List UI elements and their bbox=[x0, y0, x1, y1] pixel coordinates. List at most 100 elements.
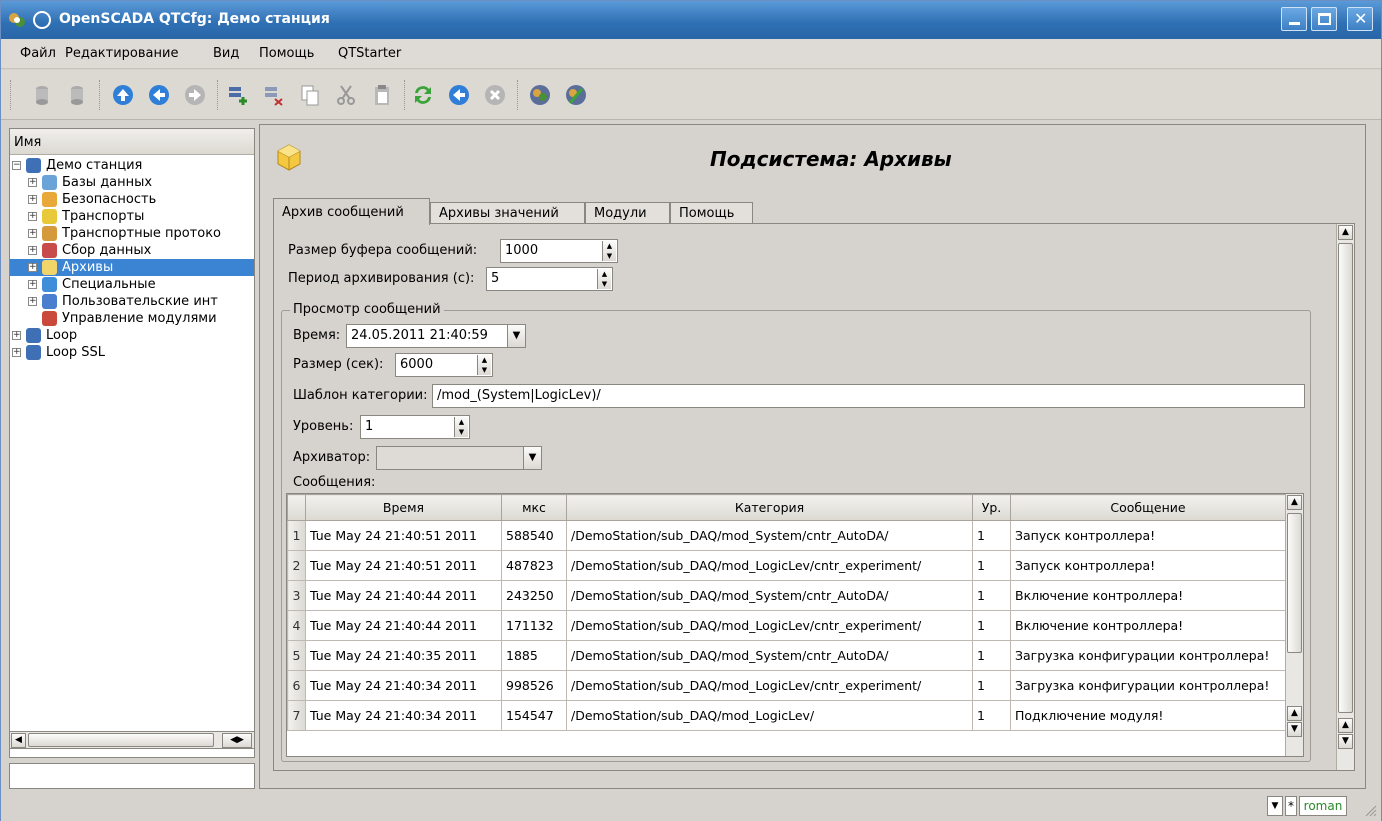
table-cell[interactable]: 1885 bbox=[501, 640, 567, 671]
table-cell[interactable]: 998526 bbox=[501, 670, 567, 701]
tree-node[interactable]: + Пользовательские инт bbox=[10, 293, 254, 310]
table-row[interactable]: 1 Tue May 24 21:40:51 2011 588540/DemoStat… bbox=[287, 520, 1286, 551]
archiver-combobox[interactable]: ▼ bbox=[376, 446, 542, 470]
table-cell[interactable]: /DemoStation/sub_DAQ/mod_LogicLev/cntr_e… bbox=[566, 670, 973, 701]
table-row[interactable]: 2 Tue May 24 21:40:51 2011 487823/DemoStat… bbox=[287, 550, 1286, 581]
table-cell[interactable]: Запуск контроллера! bbox=[1010, 520, 1286, 551]
user-icon[interactable] bbox=[564, 83, 588, 107]
table-cell[interactable]: Tue May 24 21:40:34 2011 bbox=[305, 700, 502, 731]
maximize-button[interactable] bbox=[1311, 7, 1337, 31]
tree-node[interactable]: + Специальные bbox=[10, 276, 254, 293]
table-cell[interactable]: 1 bbox=[972, 520, 1011, 551]
spin-arrows-icon[interactable]: ▲ ▼ bbox=[597, 269, 611, 289]
cut-icon[interactable] bbox=[334, 83, 358, 107]
column-header-level[interactable]: Ур. bbox=[972, 494, 1011, 521]
up-icon[interactable] bbox=[111, 83, 135, 107]
copy-icon[interactable] bbox=[298, 83, 322, 107]
page-scroll-handle[interactable] bbox=[1338, 243, 1353, 713]
delete-item-icon[interactable] bbox=[261, 83, 285, 107]
table-cell[interactable]: 1 bbox=[972, 550, 1011, 581]
table-cell[interactable]: 1 bbox=[972, 580, 1011, 611]
table-cell[interactable]: Включение контроллера! bbox=[1010, 580, 1286, 611]
table-cell[interactable]: Tue May 24 21:40:51 2011 bbox=[305, 550, 502, 581]
table-cell[interactable]: 243250 bbox=[501, 580, 567, 611]
category-template-input[interactable]: /mod_(System|LogicLev)/ bbox=[432, 384, 1305, 408]
tree-header[interactable]: Имя bbox=[10, 129, 254, 155]
level-spinbox[interactable]: 1 ▲ ▼ bbox=[360, 415, 470, 439]
tree-node[interactable]: + Безопасность bbox=[10, 191, 254, 208]
scroll-down-icon[interactable]: ▼ bbox=[1338, 734, 1353, 749]
table-cell[interactable]: 171132 bbox=[501, 610, 567, 641]
tree-splitter[interactable] bbox=[254, 319, 258, 619]
collapse-icon[interactable]: − bbox=[12, 161, 21, 170]
scroll-up-icon[interactable]: ▲ bbox=[1338, 718, 1353, 733]
expand-icon[interactable]: + bbox=[28, 246, 37, 255]
tab-value-archives[interactable]: Архивы значений bbox=[430, 202, 585, 224]
table-cell[interactable]: 1 bbox=[972, 700, 1011, 731]
tree-node[interactable]: + Транспорты bbox=[10, 208, 254, 225]
db-load-icon[interactable] bbox=[30, 83, 54, 107]
start-icon[interactable] bbox=[447, 83, 471, 107]
tree-node[interactable]: + Базы данных bbox=[10, 174, 254, 191]
table-cell[interactable]: Tue May 24 21:40:51 2011 bbox=[305, 520, 502, 551]
tree-scroll-handle[interactable] bbox=[28, 733, 214, 747]
tree-node[interactable]: + Сбор данных bbox=[10, 242, 254, 259]
table-cell[interactable]: 588540 bbox=[501, 520, 567, 551]
chevron-down-icon[interactable]: ▼ bbox=[523, 447, 541, 469]
spin-arrows-icon[interactable]: ▲ ▼ bbox=[602, 241, 616, 261]
table-cell[interactable]: Запуск контроллера! bbox=[1010, 550, 1286, 581]
menu-qtstarter[interactable]: QTStarter bbox=[338, 46, 401, 61]
table-cell[interactable]: Включение контроллера! bbox=[1010, 610, 1286, 641]
table-cell[interactable]: 1 bbox=[972, 610, 1011, 641]
expand-icon[interactable]: + bbox=[28, 195, 37, 204]
expand-icon[interactable]: + bbox=[28, 212, 37, 221]
paste-icon[interactable] bbox=[370, 83, 394, 107]
scroll-up-icon[interactable]: ▲ bbox=[1338, 225, 1353, 240]
stop-icon[interactable] bbox=[483, 83, 507, 107]
scroll-up-icon[interactable]: ▲ bbox=[1287, 706, 1302, 721]
expand-icon[interactable]: + bbox=[12, 348, 21, 357]
tab-modules[interactable]: Модули bbox=[585, 202, 670, 224]
messages-table[interactable]: Время мкс Категория Ур. Сообщение 1 Tue M… bbox=[286, 493, 1304, 757]
table-cell[interactable]: 1 bbox=[972, 670, 1011, 701]
table-cell[interactable]: Tue May 24 21:40:44 2011 bbox=[305, 580, 502, 611]
chevron-down-icon[interactable]: ▼ bbox=[507, 325, 525, 347]
db-save-icon[interactable] bbox=[65, 83, 89, 107]
tree-node[interactable]: − Демо станция bbox=[10, 157, 254, 174]
page-vertical-scrollbar[interactable]: ▲ ▲ ▼ bbox=[1336, 224, 1354, 770]
menu-help[interactable]: Помощь bbox=[259, 46, 314, 61]
table-cell[interactable]: Загрузка конфигурации контроллера! bbox=[1010, 670, 1286, 701]
back-icon[interactable] bbox=[147, 83, 171, 107]
table-cell[interactable]: Загрузка конфигурации контроллера! bbox=[1010, 640, 1286, 671]
table-row[interactable]: 6 Tue May 24 21:40:34 2011 998526/DemoStat… bbox=[287, 670, 1286, 701]
menu-view[interactable]: Вид bbox=[213, 46, 239, 61]
tree-node[interactable]: + Архивы bbox=[10, 259, 254, 276]
expand-icon[interactable]: + bbox=[28, 263, 37, 272]
refresh-icon[interactable] bbox=[411, 83, 435, 107]
tree-horizontal-scrollbar[interactable]: ◀ ◀▶ bbox=[9, 731, 255, 749]
expand-icon[interactable]: + bbox=[28, 229, 37, 238]
column-header-message[interactable]: Сообщение bbox=[1010, 494, 1286, 521]
column-header-time[interactable]: Время bbox=[305, 494, 502, 521]
table-cell[interactable]: 487823 bbox=[501, 550, 567, 581]
time-combobox[interactable]: 24.05.2011 21:40:59 ▼ bbox=[346, 324, 526, 348]
scroll-up-icon[interactable]: ▲ bbox=[1287, 495, 1302, 510]
table-cell[interactable]: Tue May 24 21:40:34 2011 bbox=[305, 670, 502, 701]
table-row[interactable]: 3 Tue May 24 21:40:44 2011 243250/DemoStat… bbox=[287, 580, 1286, 611]
spin-arrows-icon[interactable]: ▲ ▼ bbox=[454, 417, 468, 437]
scroll-right-icon[interactable]: ◀▶ bbox=[222, 733, 252, 748]
column-header-usec[interactable]: мкс bbox=[501, 494, 567, 521]
expand-icon[interactable]: + bbox=[28, 297, 37, 306]
station-icon[interactable] bbox=[528, 83, 552, 107]
scroll-left-icon[interactable]: ◀ bbox=[11, 733, 26, 748]
size-spinbox[interactable]: 6000 ▲ ▼ bbox=[395, 353, 493, 377]
table-cell[interactable]: /DemoStation/sub_DAQ/mod_LogicLev/ bbox=[566, 700, 973, 731]
table-cell[interactable]: Tue May 24 21:40:44 2011 bbox=[305, 610, 502, 641]
navigation-tree[interactable]: − Демо станция + Базы данных + Безопасность + Т… bbox=[10, 157, 254, 361]
table-cell[interactable]: /DemoStation/sub_DAQ/mod_System/cntr_Aut… bbox=[566, 580, 973, 611]
table-row[interactable]: 7 Tue May 24 21:40:34 2011 154547/DemoStat… bbox=[287, 700, 1286, 731]
table-vertical-scrollbar[interactable]: ▲ ▲ ▼ bbox=[1285, 494, 1303, 756]
close-button[interactable]: ✕ bbox=[1347, 7, 1373, 31]
table-cell[interactable]: 1 bbox=[972, 640, 1011, 671]
expand-icon[interactable]: + bbox=[28, 178, 37, 187]
